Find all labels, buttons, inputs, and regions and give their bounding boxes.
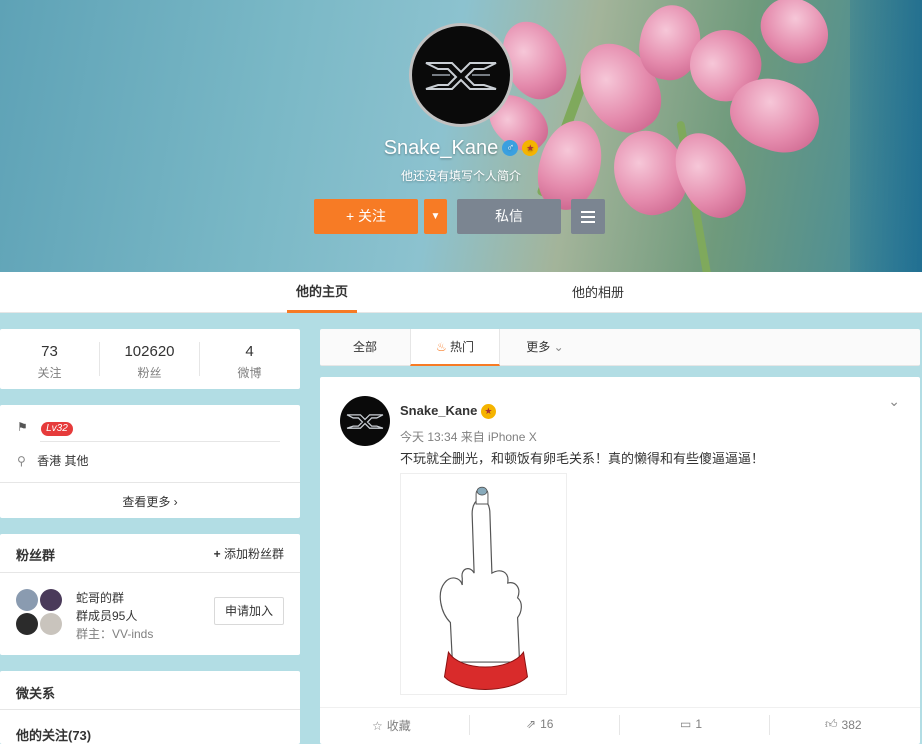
- stat-fans[interactable]: 102620 粉丝: [100, 329, 199, 381]
- post-author-name[interactable]: Snake_Kane: [400, 403, 477, 418]
- stat-label: 粉丝: [137, 366, 162, 380]
- profile-avatar[interactable]: [409, 23, 513, 127]
- following-link[interactable]: 他的关注(73): [16, 725, 91, 744]
- info-card: ⚑ Lv32 ⚲ 香港 其他 查看更多 ›: [0, 405, 300, 518]
- stat-label: 微博: [237, 366, 262, 380]
- flag-icon: ⚑: [17, 420, 28, 434]
- location-row: ⚲ 香港 其他: [17, 452, 88, 469]
- chevron-right-icon: ›: [173, 495, 178, 509]
- gender-male-icon: ♂: [502, 140, 519, 156]
- post-options-chevron-icon[interactable]: ⌄: [888, 393, 900, 410]
- brand-logo: [346, 414, 384, 429]
- profile-bio: 他还没有填写个人简介: [400, 169, 521, 183]
- vip-badge-icon[interactable]: ★: [522, 140, 539, 156]
- profile-name: Snake_Kane: [383, 137, 499, 159]
- group-name[interactable]: 蛇哥的群: [76, 589, 124, 606]
- location-text: 香港 其他: [37, 454, 89, 468]
- fans-group-title: 粉丝群: [16, 548, 56, 563]
- group-members: 群成员95人: [76, 609, 138, 623]
- star-icon: ☆: [372, 718, 383, 733]
- group-avatar[interactable]: [16, 589, 64, 637]
- level-badge[interactable]: Lv32: [41, 422, 73, 436]
- feed-tabs: 全部 ♨ 热门 更多 ⌄: [320, 329, 920, 366]
- feed-post: Snake_Kane ★ 今天 13:34 来自 iPhone X 不玩就全删光…: [320, 377, 920, 744]
- profile-nav: 他的主页 他的相册: [0, 272, 922, 313]
- relations-card: 微关系 他的关注(73): [0, 671, 300, 744]
- tab-home[interactable]: 他的主页: [287, 272, 357, 313]
- location-pin-icon: ⚲: [17, 454, 26, 468]
- post-author-row: Snake_Kane ★: [400, 403, 496, 419]
- post-image[interactable]: [400, 473, 567, 695]
- stat-label: 关注: [37, 366, 62, 380]
- comment-button[interactable]: ▭ 1: [680, 717, 702, 731]
- vip-badge-icon[interactable]: ★: [480, 404, 496, 419]
- stat-following[interactable]: 73 关注: [0, 329, 99, 381]
- add-fans-group-link[interactable]: + 添加粉丝群: [214, 545, 284, 562]
- chevron-down-icon: ⌄: [553, 340, 564, 354]
- like-button[interactable]: 👍︎ 382: [825, 717, 862, 732]
- apply-join-button[interactable]: 申请加入: [214, 597, 284, 625]
- group-owner: 群主：VV-inds: [76, 627, 154, 641]
- follow-dropdown-button[interactable]: ▼: [424, 199, 447, 234]
- stats-card: 73 关注 102620 粉丝 4 微博: [0, 329, 300, 389]
- tab-album[interactable]: 他的相册: [563, 272, 633, 313]
- post-text: 不玩就全删光，和顿饭有卵毛关系！真的懒得和有些傻逼逼逼！: [400, 451, 765, 466]
- view-more-link[interactable]: 查看更多 ›: [0, 493, 300, 510]
- brand-logo: [425, 62, 497, 90]
- flame-icon: ♨: [435, 340, 447, 354]
- comment-icon: ▭: [680, 717, 692, 731]
- menu-icon: [581, 210, 595, 213]
- stat-value: 4: [245, 343, 254, 360]
- stat-value: 102620: [124, 343, 175, 360]
- repost-icon: ⇗: [526, 717, 537, 731]
- stat-value: 73: [41, 343, 58, 360]
- level-row: ⚑ Lv32: [17, 420, 73, 436]
- post-author-avatar[interactable]: [340, 396, 390, 446]
- repost-button[interactable]: ⇗ 16: [526, 717, 553, 731]
- stat-posts[interactable]: 4 微博: [200, 329, 299, 381]
- more-menu-button[interactable]: [571, 199, 605, 234]
- post-meta: 今天 13:34 来自 iPhone X: [400, 430, 537, 444]
- favorite-button[interactable]: ☆ 收藏: [372, 717, 411, 734]
- caret-down-icon: ▼: [430, 211, 441, 222]
- follow-button[interactable]: + 关注: [314, 199, 418, 234]
- message-button[interactable]: 私信: [457, 199, 561, 234]
- middle-finger-hand-icon: [439, 486, 528, 690]
- thumbs-up-icon: 👍︎: [825, 717, 838, 731]
- tab-more[interactable]: 更多 ⌄: [510, 329, 580, 366]
- profile-name-row: Snake_Kane ♂ ★: [0, 137, 922, 160]
- plus-icon: +: [213, 547, 221, 561]
- tab-hot[interactable]: ♨ 热门: [410, 329, 500, 366]
- tab-all[interactable]: 全部: [320, 329, 410, 366]
- relations-title: 微关系: [16, 686, 56, 701]
